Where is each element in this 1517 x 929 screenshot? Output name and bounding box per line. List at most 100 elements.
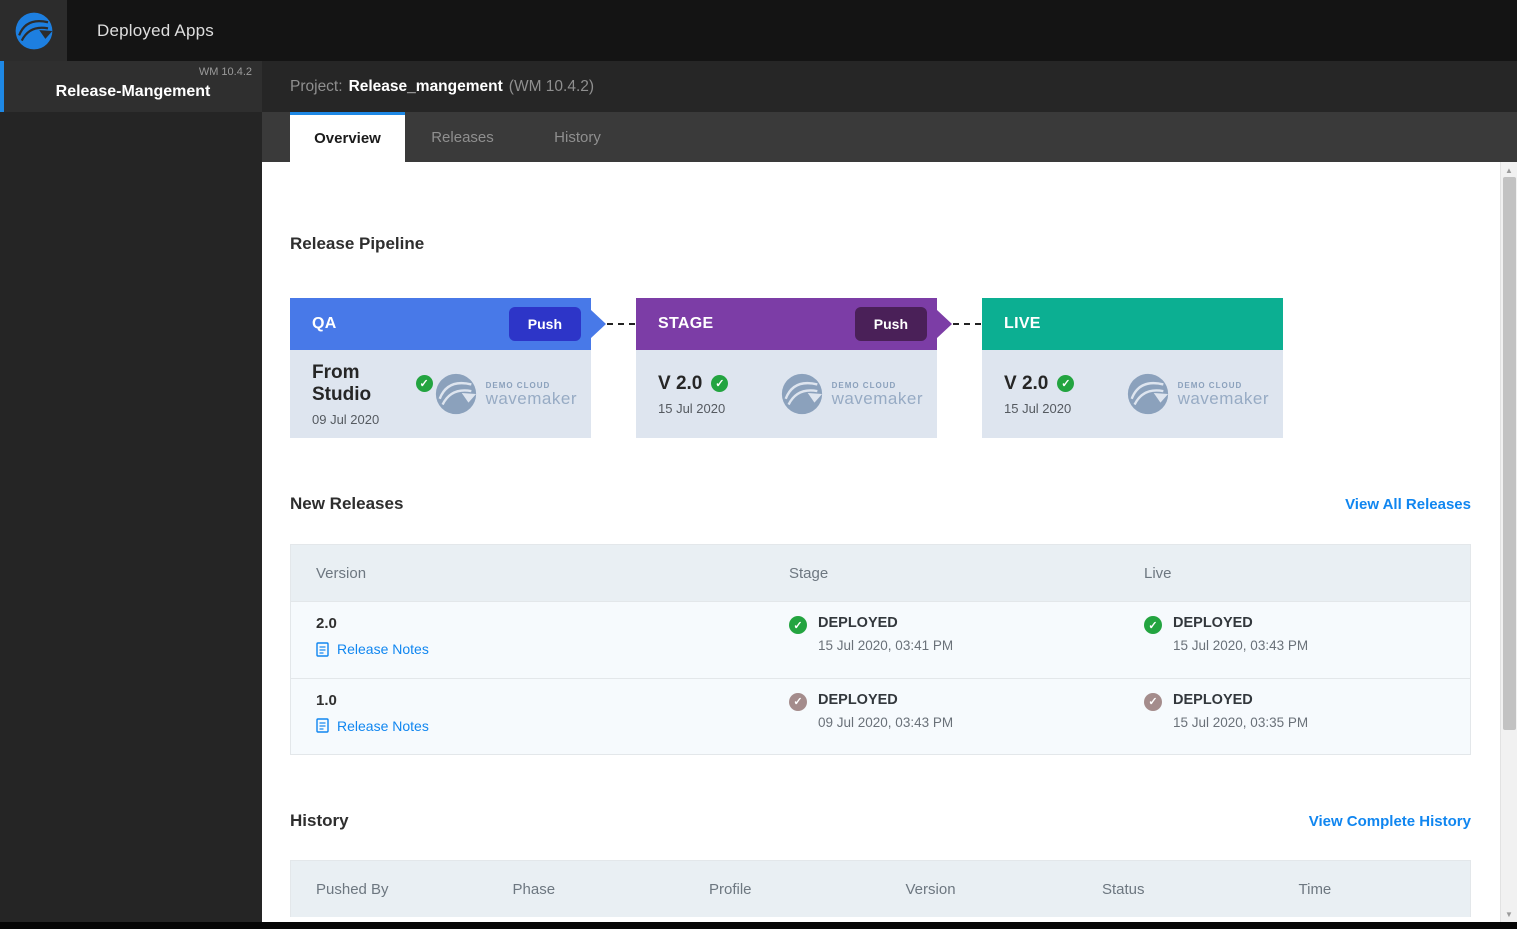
new-releases-title: New Releases — [290, 494, 404, 513]
stage-status-cell: ✓ DEPLOYED 09 Jul 2020, 03:43 PM — [764, 692, 1119, 739]
tab-overview[interactable]: Overview — [290, 112, 405, 162]
overview-content: Release Pipeline QA Push From Studio ✓ 0… — [262, 162, 1517, 922]
table-row: 1.0 Release Notes ✓ DEPLOYED 09 Jul 2020… — [291, 677, 1470, 754]
live-status-cell: ✓ DEPLOYED 15 Jul 2020, 03:35 PM — [1119, 692, 1470, 739]
push-button-qa[interactable]: Push — [508, 307, 581, 341]
status-deployed: DEPLOYED — [1173, 691, 1253, 708]
live-status-cell: ✓ DEPLOYED 15 Jul 2020, 03:43 PM — [1119, 615, 1470, 662]
history-title: History — [290, 811, 349, 830]
sidebar-item-release-management[interactable]: WM 10.4.2 Release-Mangement — [0, 61, 262, 112]
connector-arrow-icon — [591, 310, 606, 338]
wavemaker-wave-icon — [435, 373, 476, 415]
release-pipeline-title: Release Pipeline — [290, 234, 425, 253]
pipeline-card-live: LIVE V 2.0 ✓ 15 Jul 2020 DEMO CLOUD wave… — [982, 298, 1283, 438]
scroll-thumb[interactable] — [1503, 177, 1516, 730]
column-header-profile: Profile — [709, 880, 752, 898]
status-time: 15 Jul 2020, 03:43 PM — [1173, 638, 1309, 653]
check-icon: ✓ — [1057, 375, 1075, 392]
column-header-live: Live — [1144, 564, 1172, 582]
scroll-up-arrow-icon[interactable]: ▲ — [1501, 162, 1517, 178]
window-bottom-edge — [0, 922, 1517, 929]
live-card-body: V 2.0 ✓ 15 Jul 2020 DEMO CLOUD wavemaker — [982, 350, 1283, 438]
view-complete-history-link[interactable]: View Complete History — [1309, 813, 1471, 830]
new-releases-table: Version Stage Live 2.0 Release Notes ✓ D… — [290, 544, 1471, 755]
stage-card-body: V 2.0 ✓ 15 Jul 2020 DEMO CLOUD wavemaker — [636, 350, 937, 438]
table-row: 2.0 Release Notes ✓ DEPLOYED 15 Jul 2020… — [291, 601, 1470, 678]
qa-card-body: From Studio ✓ 09 Jul 2020 DEMO CLOUD wav… — [290, 350, 591, 438]
document-icon — [316, 718, 329, 733]
check-icon: ✓ — [711, 375, 729, 392]
wavemaker-wave-icon — [1127, 373, 1168, 415]
column-header-version: Version — [905, 880, 956, 898]
check-icon: ✓ — [789, 692, 807, 711]
live-card-header: LIVE — [982, 298, 1283, 350]
status-deployed: DEPLOYED — [818, 615, 898, 631]
document-icon — [316, 641, 329, 657]
stage-version-live: V 2.0 ✓ — [1004, 373, 1075, 395]
tab-releases[interactable]: Releases — [405, 112, 520, 162]
brand-wavemaker: wavemaker — [485, 389, 577, 408]
release-notes-link[interactable]: Release Notes — [316, 718, 429, 734]
scroll-down-arrow-icon[interactable]: ▼ — [1501, 906, 1517, 922]
history-table: Pushed By Phase Profile Version Status T… — [290, 860, 1471, 917]
version-value: 1.0 — [316, 691, 337, 709]
pipeline-card-qa: QA Push From Studio ✓ 09 Jul 2020 DEMO C… — [290, 298, 635, 438]
stage-version-stage: V 2.0 ✓ — [658, 373, 729, 395]
push-button-stage[interactable]: Push — [854, 307, 927, 341]
qa-card-header: QA Push — [290, 298, 606, 350]
column-header-phase: Phase — [512, 880, 556, 898]
status-deployed: DEPLOYED — [1173, 615, 1253, 631]
status-time: 09 Jul 2020, 03:43 PM — [818, 714, 954, 730]
view-all-releases-link[interactable]: View All Releases — [1345, 496, 1471, 513]
project-header: Project: Release_mangement (WM 10.4.2) — [262, 61, 1517, 112]
scrollbar[interactable]: ▲ ▼ — [1500, 162, 1517, 922]
check-icon: ✓ — [415, 375, 433, 392]
column-header-time: Time — [1298, 880, 1332, 898]
connector-arrow-icon — [937, 310, 952, 338]
new-releases-table-header: Version Stage Live — [291, 545, 1470, 601]
app-window: Deployed Apps WM 10.4.2 Release-Mangemen… — [0, 0, 1517, 929]
brand-wavemaker: wavemaker — [831, 389, 923, 408]
connector-dash-line — [953, 323, 981, 325]
check-icon: ✓ — [789, 616, 807, 634]
tab-bar: Overview Releases History — [262, 112, 1517, 162]
app-title: Deployed Apps — [97, 20, 214, 40]
tab-history[interactable]: History — [520, 112, 635, 162]
sidebar: WM 10.4.2 Release-Mangement — [0, 61, 262, 922]
project-label: Project: — [290, 77, 343, 95]
wavemaker-brand: DEMO CLOUD wavemaker — [779, 371, 923, 417]
status-time: 15 Jul 2020, 03:35 PM — [1173, 714, 1309, 730]
wavemaker-logo-icon — [0, 0, 67, 61]
stage-status-cell: ✓ DEPLOYED 15 Jul 2020, 03:41 PM — [764, 615, 1119, 662]
release-notes-link[interactable]: Release Notes — [316, 641, 429, 657]
brand-wavemaker: wavemaker — [1177, 389, 1269, 408]
pipeline-card-stage: STAGE Push V 2.0 ✓ 15 Jul 2020 DEMO CLOU… — [636, 298, 981, 438]
column-header-version: Version — [316, 564, 367, 582]
connector-dash-line — [607, 323, 635, 325]
stage-date-live: 15 Jul 2020 — [1004, 400, 1072, 416]
stage-date-stage: 15 Jul 2020 — [658, 400, 726, 416]
project-name: Release_mangement — [348, 77, 503, 95]
stage-name-live: LIVE — [1004, 315, 1041, 332]
wavemaker-wave-icon — [781, 373, 822, 415]
release-pipeline: QA Push From Studio ✓ 09 Jul 2020 DEMO C… — [290, 298, 1471, 438]
project-version: (WM 10.4.2) — [508, 77, 595, 95]
history-table-header: Pushed By Phase Profile Version Status T… — [291, 861, 1470, 917]
status-time: 15 Jul 2020, 03:41 PM — [818, 638, 954, 653]
topbar: Deployed Apps — [0, 0, 1517, 61]
column-header-pushed-by: Pushed By — [316, 880, 389, 898]
wavemaker-brand: DEMO CLOUD wavemaker — [1125, 371, 1269, 417]
column-header-status: Status — [1102, 880, 1145, 898]
check-icon: ✓ — [1144, 616, 1162, 634]
status-deployed: DEPLOYED — [818, 691, 898, 708]
sidebar-item-label: Release-Mangement — [55, 82, 211, 100]
stage-name-stage: STAGE — [658, 315, 714, 332]
project-version-badge: WM 10.4.2 — [198, 66, 252, 78]
stage-version-qa: From Studio ✓ — [312, 362, 433, 406]
stage-date-qa: 09 Jul 2020 — [312, 411, 380, 427]
main-panel: Project: Release_mangement (WM 10.4.2) O… — [262, 61, 1517, 922]
stage-name-qa: QA — [312, 315, 337, 332]
check-icon: ✓ — [1144, 692, 1162, 711]
wavemaker-brand: DEMO CLOUD wavemaker — [433, 371, 577, 417]
column-header-stage: Stage — [789, 564, 829, 582]
